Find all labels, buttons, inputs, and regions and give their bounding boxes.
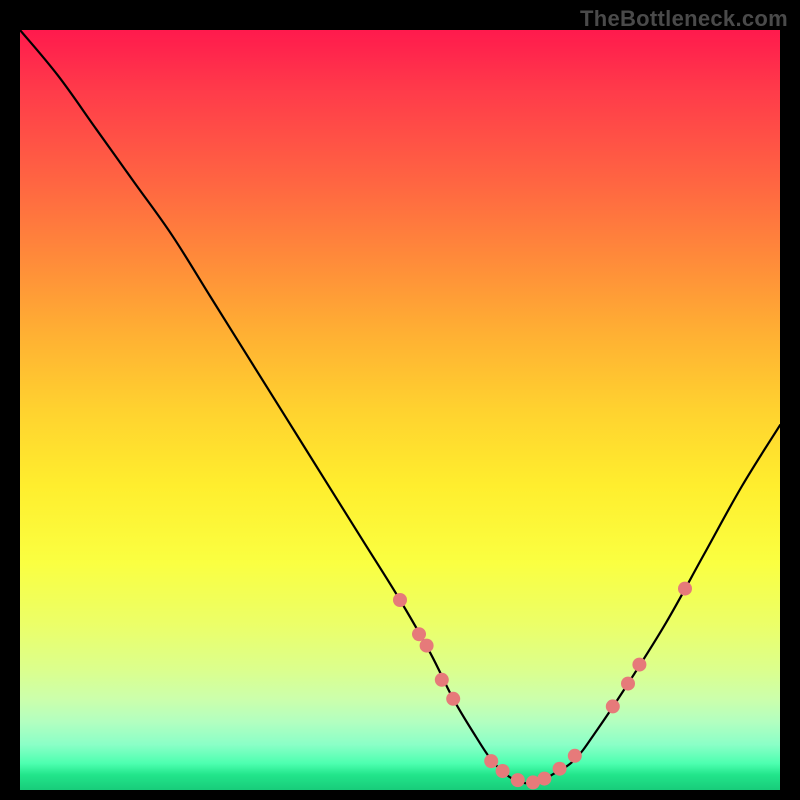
- watermark-text: TheBottleneck.com: [580, 6, 788, 32]
- data-marker: [678, 582, 692, 596]
- plot-frame: [20, 30, 780, 790]
- data-marker: [393, 593, 407, 607]
- data-marker: [420, 639, 434, 653]
- chart-svg: [20, 30, 780, 790]
- bottleneck-curve: [20, 30, 780, 783]
- data-marker: [435, 673, 449, 687]
- data-marker: [484, 754, 498, 768]
- data-marker: [412, 627, 426, 641]
- plot-area: [20, 30, 780, 790]
- data-marker: [568, 749, 582, 763]
- data-marker: [511, 773, 525, 787]
- data-markers: [393, 582, 692, 790]
- data-marker: [446, 692, 460, 706]
- data-marker: [632, 658, 646, 672]
- data-marker: [621, 677, 635, 691]
- data-marker: [606, 699, 620, 713]
- data-marker: [537, 772, 551, 786]
- chart-stage: TheBottleneck.com: [0, 0, 800, 800]
- data-marker: [496, 764, 510, 778]
- data-marker: [553, 762, 567, 776]
